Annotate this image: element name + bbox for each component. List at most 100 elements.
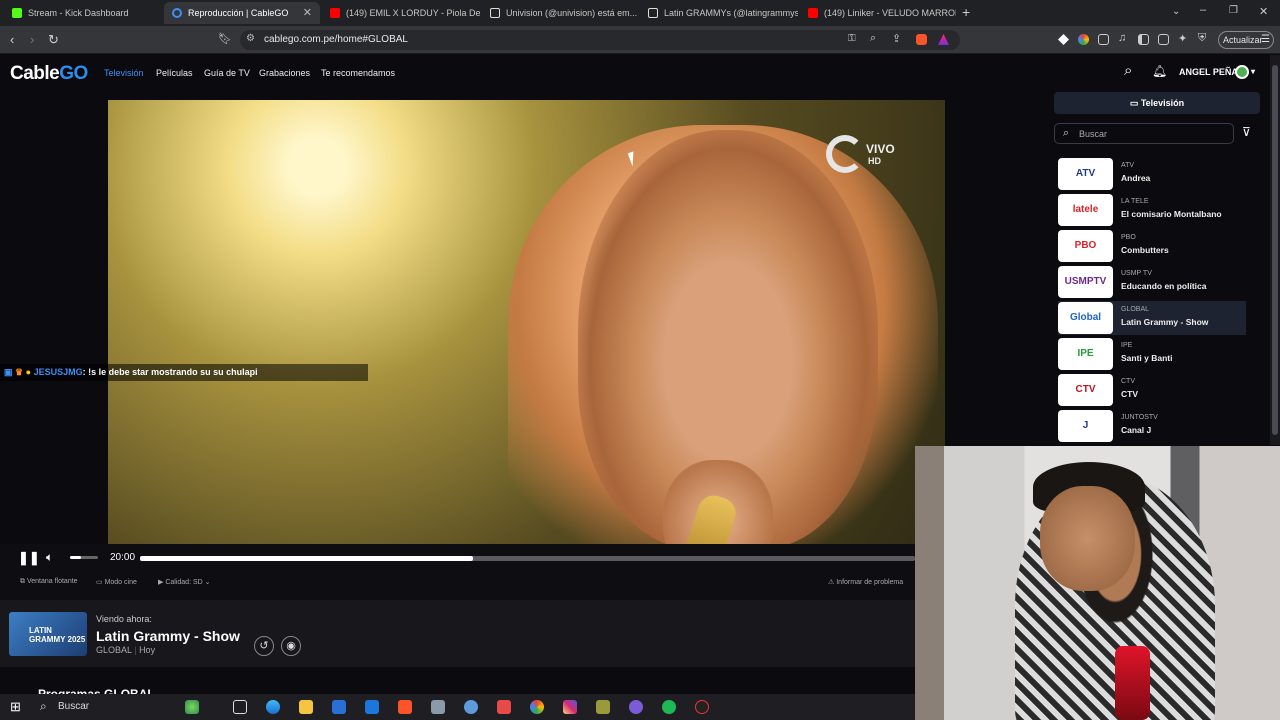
channel-item[interactable]: PBO PBO Combutters	[1058, 229, 1246, 263]
channel-logo-text: ATV	[1075, 168, 1096, 179]
page-scrollbar[interactable]	[1270, 55, 1280, 445]
tab-kick-dashboard[interactable]: Stream - Kick Dashboard	[4, 2, 162, 24]
app-red-icon[interactable]	[695, 700, 709, 714]
chevron-down-icon: ▾	[1251, 67, 1256, 76]
pause-icon[interactable]: ❚❚	[18, 550, 40, 566]
chrome-icon[interactable]	[530, 700, 544, 714]
channel-network: USMP TV	[1121, 270, 1152, 277]
channel-search-input[interactable]: ⌕ Buscar	[1054, 123, 1234, 144]
chat-username: JESUSJMG	[33, 367, 83, 377]
back-icon[interactable]: ‹	[10, 32, 14, 47]
channel-item[interactable]: USMPTV USMP TV Educando en política	[1058, 265, 1246, 299]
chrome-extension-icon[interactable]	[1078, 34, 1089, 45]
close-tab-icon[interactable]: ✕	[303, 6, 312, 19]
instagram-icon[interactable]	[563, 700, 577, 714]
nav-television[interactable]: Televisión	[104, 68, 144, 78]
user-menu[interactable]: ANGEL PEÑA ▾	[1179, 65, 1255, 79]
webcam-overlay	[915, 446, 1280, 720]
quality-button[interactable]: ▶ Calidad: SD ⌄	[158, 578, 211, 586]
channel-item[interactable]: Global GLOBAL Latin Grammy - Show	[1058, 301, 1246, 335]
video-player[interactable]: VIVO HD	[108, 100, 945, 544]
tab-cablego[interactable]: Reproducción | CableGO ✕	[164, 2, 320, 24]
nav-grabaciones[interactable]: Grabaciones	[259, 68, 310, 78]
channel-logo: PBO	[1058, 230, 1113, 262]
close-window-icon[interactable]: ✕	[1259, 5, 1268, 18]
tab-univision[interactable]: Univision (@univision) está em...	[482, 2, 638, 24]
tab-label: Reproducción | CableGO	[188, 8, 289, 18]
reload-icon[interactable]: ↻	[48, 32, 59, 48]
mail-icon[interactable]	[365, 700, 379, 714]
task-view-icon[interactable]	[233, 700, 247, 714]
widgets-icon[interactable]	[185, 700, 199, 714]
edge-icon[interactable]	[266, 700, 280, 714]
game-icon[interactable]	[596, 700, 610, 714]
restart-icon[interactable]: ↺	[254, 636, 274, 656]
tab-youtube-emil[interactable]: (149) EMIL X LORDUY - Piola De Fl...	[322, 2, 480, 24]
channel-item[interactable]: CTV CTV CTV	[1058, 373, 1246, 407]
tab-television[interactable]: ▭ Televisión	[1054, 92, 1260, 114]
progress-bar[interactable]	[140, 556, 915, 561]
tab-latin-grammys[interactable]: Latin GRAMMYs (@latingrammys) o...	[640, 2, 798, 24]
minimize-icon[interactable]: –	[1200, 4, 1206, 16]
site-info-icon[interactable]: ⚙︎	[246, 33, 255, 44]
nav-peliculas[interactable]: Películas	[156, 68, 193, 78]
floating-window-button[interactable]: ⧉ Ventana flotante	[20, 578, 78, 586]
bookmark-icon[interactable]: 🔖︎	[218, 32, 232, 45]
store-icon[interactable]	[332, 700, 346, 714]
chat-message: : !s le debe star mostrando su su chulap…	[82, 367, 258, 377]
live-label: VIVO	[866, 142, 895, 156]
puzzle-icon[interactable]	[1098, 34, 1109, 45]
calendar-icon[interactable]	[497, 700, 511, 714]
channel-item[interactable]: J JUNTOSTV Canal J	[1058, 409, 1246, 443]
tab-label: Latin GRAMMYs (@latingrammys) o...	[664, 8, 798, 18]
tab-youtube-liniker[interactable]: (149) Liniker - VELUDO MARROM (\...	[800, 2, 956, 24]
forward-icon[interactable]: ›	[30, 32, 34, 47]
taskbar-search-label: Buscar	[58, 701, 90, 712]
app-icon[interactable]	[464, 700, 478, 714]
chat-overlay: ▣ ♛ ● JESUSJMG: !s le debe star mostrand…	[0, 364, 368, 381]
report-problem-button[interactable]: ⚠ Informar de problema	[828, 578, 903, 586]
time-label: 20:00	[110, 552, 136, 563]
channel-item[interactable]: ATV ATV Andrea	[1058, 157, 1246, 191]
search-icon[interactable]: ⌕	[1124, 62, 1132, 79]
tiktok-icon	[490, 8, 500, 18]
music-icon[interactable]: ♫	[1118, 32, 1126, 44]
wallet-icon[interactable]	[1158, 34, 1169, 45]
tab-label: Televisión	[1140, 98, 1185, 108]
vpn-icon[interactable]: ⛨	[1198, 32, 1206, 45]
channel-logo: IPE	[1058, 338, 1113, 370]
update-button-label: Actualizar	[1223, 35, 1263, 45]
sidebar-icon[interactable]	[1138, 34, 1149, 45]
crown-icon: ♛	[15, 367, 24, 377]
key-icon[interactable]: ⚿	[848, 33, 856, 44]
hd-label: HD	[868, 156, 881, 166]
channel-logo: USMPTV	[1058, 266, 1113, 298]
channel-item[interactable]: IPE IPE Santi y Banti	[1058, 337, 1246, 371]
nav-guia-tv[interactable]: Guía de TV	[204, 68, 250, 78]
new-tab-icon[interactable]: +	[962, 4, 970, 20]
brave-icon[interactable]	[398, 700, 412, 714]
leo-ai-icon[interactable]: ✦	[1178, 32, 1187, 45]
share-icon[interactable]: ⇪	[892, 32, 901, 45]
extension-diamond-icon[interactable]	[1058, 34, 1069, 45]
explorer-icon[interactable]	[299, 700, 313, 714]
brave-shields-icon[interactable]	[916, 34, 927, 45]
channel-item[interactable]: latele LA TELE El comisario Montalbano	[1058, 193, 1246, 227]
channel-logo-text: USMPTV	[1064, 276, 1107, 287]
windows-start-icon[interactable]: ⊞	[10, 699, 21, 715]
update-button[interactable]: Actualizar ☰	[1218, 31, 1274, 49]
photos-icon[interactable]	[431, 700, 445, 714]
record-icon[interactable]: ◉	[281, 636, 301, 656]
restore-icon[interactable]: ❐	[1229, 5, 1238, 16]
volume-slider[interactable]	[70, 556, 98, 559]
filter-icon[interactable]: ⊽	[1242, 125, 1251, 139]
volume-icon[interactable]: 🔈︎	[46, 550, 53, 565]
spotify-icon[interactable]	[662, 700, 676, 714]
cablego-logo[interactable]: CableGO	[10, 63, 88, 85]
cinema-mode-button[interactable]: ▭ Modo cine	[96, 578, 137, 586]
bell-icon[interactable]: 🔔︎	[1152, 64, 1167, 78]
tab-list-icon[interactable]: ⌄	[1172, 6, 1180, 17]
obs-icon[interactable]	[629, 700, 643, 714]
zoom-icon[interactable]: ⌕	[870, 32, 876, 45]
nav-recomendamos[interactable]: Te recomendamos	[321, 68, 395, 78]
